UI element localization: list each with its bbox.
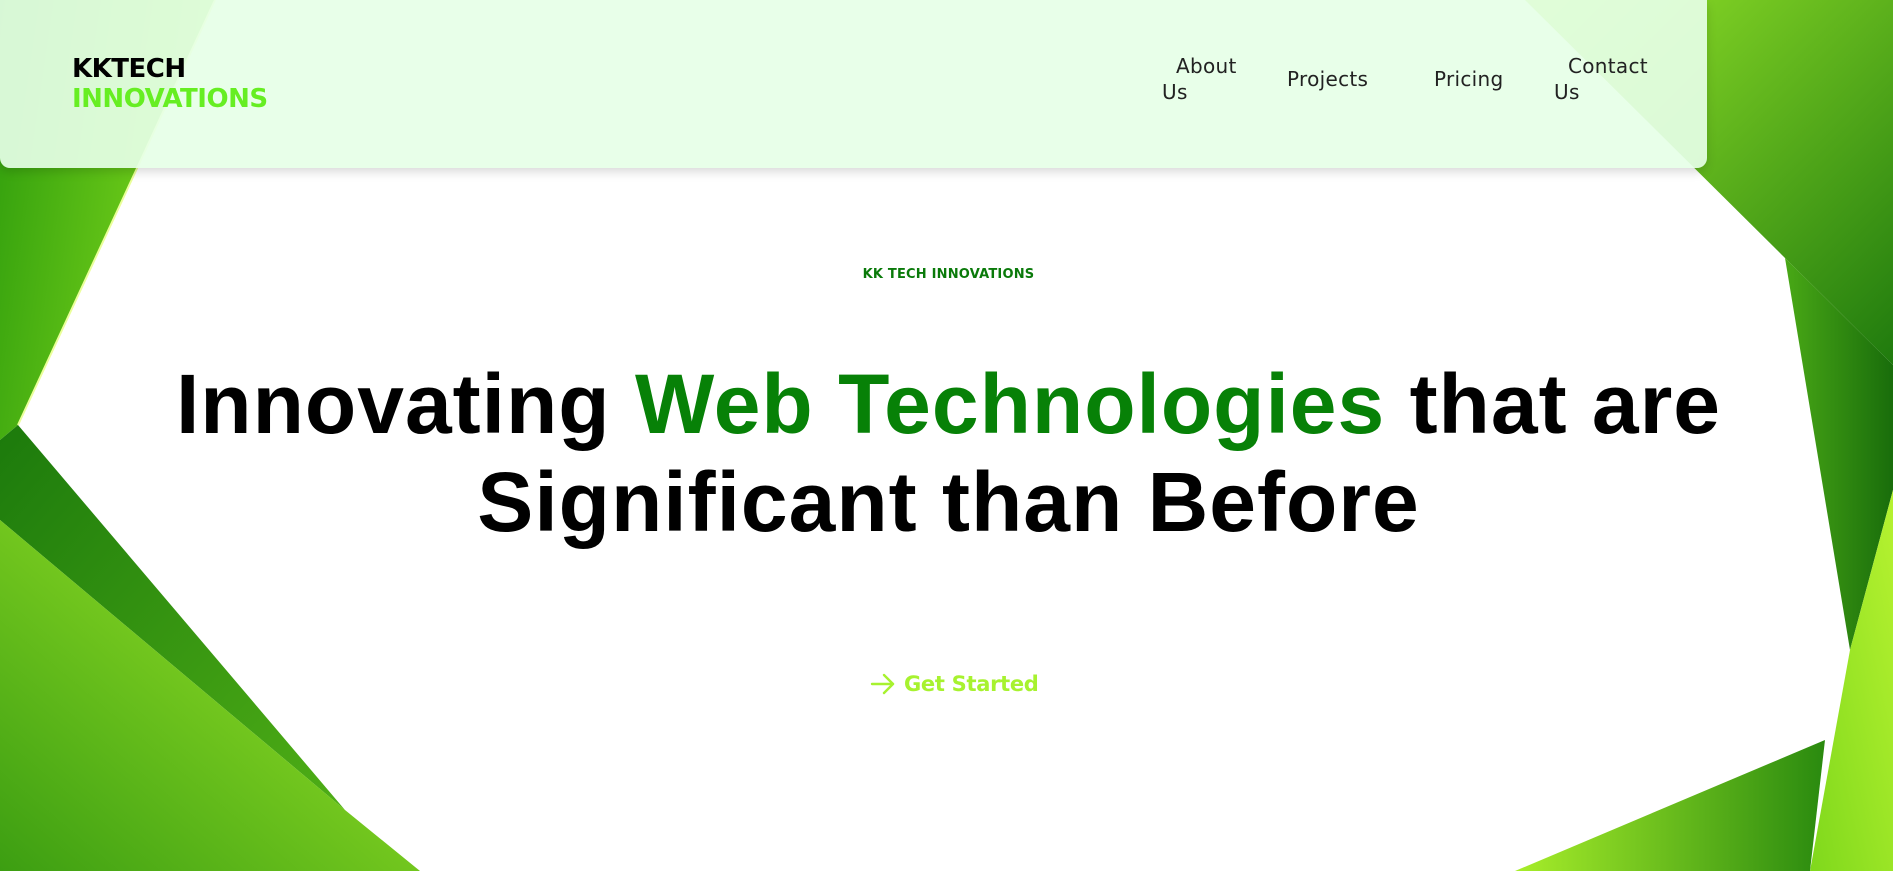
get-started-button[interactable]: Get Started — [870, 672, 1039, 696]
get-started-label: Get Started — [904, 672, 1039, 696]
page: KKTECH INNOVATIONS About Us Projects Pri… — [0, 0, 1893, 871]
top-navbar: KKTECH INNOVATIONS About Us Projects Pri… — [0, 0, 1707, 168]
headline-part1: Innovating — [175, 357, 635, 451]
brand-line1: KKTECH — [72, 54, 186, 84]
nav-link-about-us[interactable]: About Us — [1162, 53, 1244, 105]
hero-headline: Innovating Web Technologies that are Sig… — [0, 355, 1893, 551]
nav-link-pricing[interactable]: Pricing — [1434, 66, 1504, 92]
nav-link-contact-us[interactable]: Contact Us — [1554, 53, 1654, 105]
brand-line2: INNOVATIONS — [72, 84, 268, 114]
headline-highlight: Web Technologies — [634, 357, 1386, 451]
arrow-right-icon — [870, 673, 896, 695]
brand-logo[interactable]: KKTECH INNOVATIONS — [72, 54, 268, 114]
hero-eyebrow: KK TECH INNOVATIONS — [862, 267, 1035, 282]
nav-link-projects[interactable]: Projects — [1287, 66, 1368, 92]
